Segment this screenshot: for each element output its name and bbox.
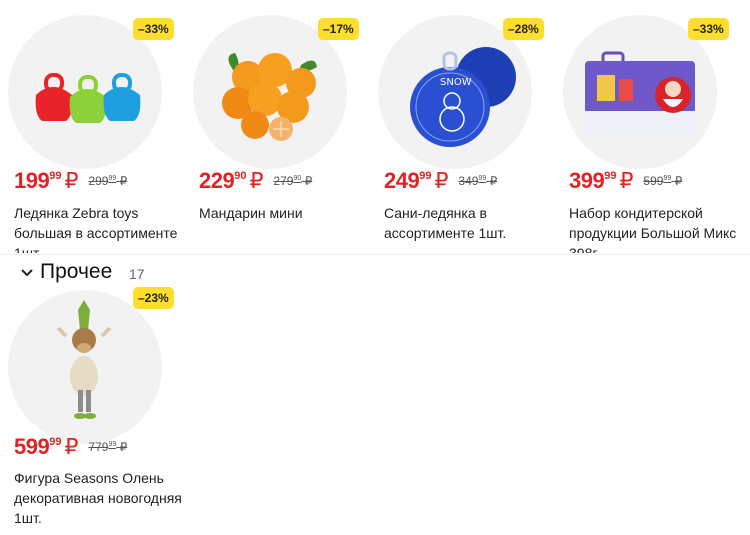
- product-title[interactable]: Мандарин мини: [199, 203, 371, 253]
- product-card[interactable]: –33% 19999 ₽ 29999 ₽ Ледянка Zebra toys б…: [0, 0, 185, 260]
- discount-badge: –17%: [318, 18, 359, 40]
- current-price: 19999 ₽: [14, 168, 78, 193]
- price: 24999 ₽ 34999 ₽: [384, 168, 497, 198]
- discount-badge: –33%: [133, 18, 174, 40]
- old-price: 34999 ₽: [458, 174, 498, 188]
- product-card[interactable]: –17% 22990 ₽ 27990 ₽ Мандарин мини: [185, 0, 370, 260]
- current-price: 59999 ₽: [14, 434, 78, 459]
- product-title[interactable]: Ледянка Zebra toys большая в ассортимент…: [14, 203, 186, 253]
- price: 22990 ₽ 27990 ₽: [199, 168, 312, 198]
- price: 59999 ₽ 77999 ₽: [14, 434, 127, 464]
- product-card[interactable]: SNOW –28% 24999 ₽ 34999 ₽ Сани-ледянка в …: [370, 0, 555, 260]
- deer-figure-icon: [8, 290, 162, 444]
- current-price: 22990 ₽: [199, 168, 263, 193]
- product-title[interactable]: Сани-ледянка в ассортименте 1шт.: [384, 203, 556, 253]
- product-title[interactable]: Фигура Seasons Олень декоративная нового…: [14, 468, 186, 530]
- old-price: 27990 ₽: [273, 174, 313, 188]
- old-price: 59999 ₽: [643, 174, 683, 188]
- product-title[interactable]: Набор кондитерской продукции Большой Мик…: [569, 203, 741, 253]
- price: 19999 ₽ 29999 ₽: [14, 168, 127, 198]
- discount-badge: –28%: [503, 18, 544, 40]
- current-price: 39999 ₽: [569, 168, 633, 193]
- svg-text:SNOW: SNOW: [440, 77, 472, 88]
- discount-badge: –33%: [688, 18, 729, 40]
- product-card[interactable]: –23% 59999 ₽ 77999 ₽ Фигура Seasons Олень…: [0, 270, 185, 530]
- old-price: 29999 ₽: [88, 174, 128, 188]
- discount-badge: –23%: [133, 287, 174, 309]
- old-price: 77999 ₽: [88, 440, 128, 454]
- current-price: 24999 ₽: [384, 168, 448, 193]
- price: 39999 ₽ 59999 ₽: [569, 168, 682, 198]
- product-card[interactable]: –33% 39999 ₽ 59999 ₽ Набор кондитерской п…: [555, 0, 740, 260]
